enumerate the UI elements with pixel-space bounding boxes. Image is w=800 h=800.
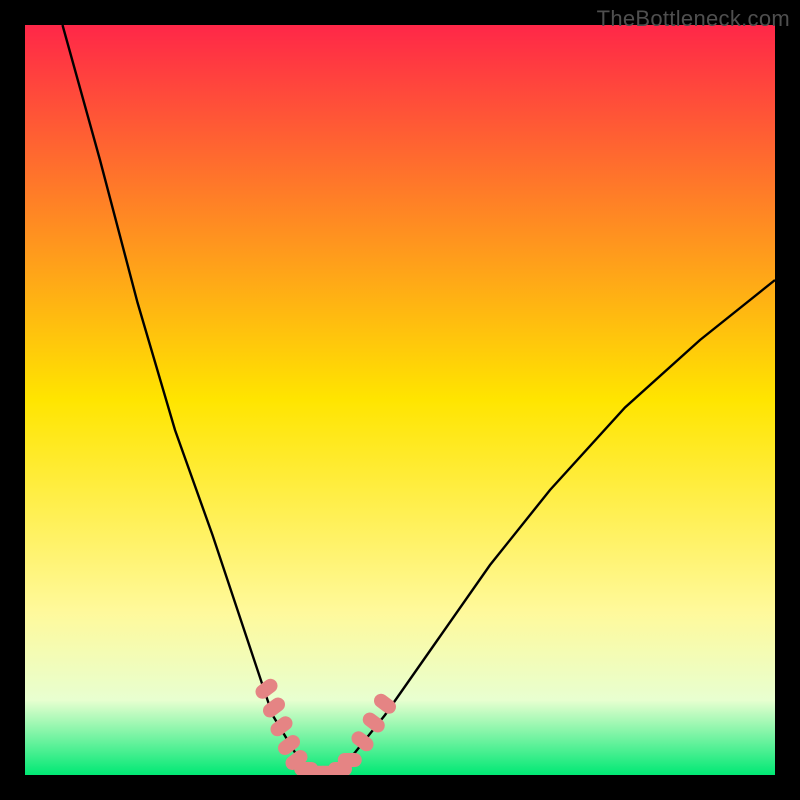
marker-point — [285, 742, 293, 748]
marker-point — [359, 738, 367, 744]
marker-point — [278, 723, 286, 729]
chart-frame: TheBottleneck.com — [0, 0, 800, 800]
chart-svg — [25, 25, 775, 775]
marker-point — [381, 701, 389, 707]
marker-point — [263, 686, 271, 692]
watermark-text: TheBottleneck.com — [597, 6, 790, 32]
gradient-background — [25, 25, 775, 775]
plot-area — [25, 25, 775, 775]
marker-point — [293, 757, 301, 763]
marker-point — [370, 720, 378, 726]
marker-point — [270, 705, 278, 711]
